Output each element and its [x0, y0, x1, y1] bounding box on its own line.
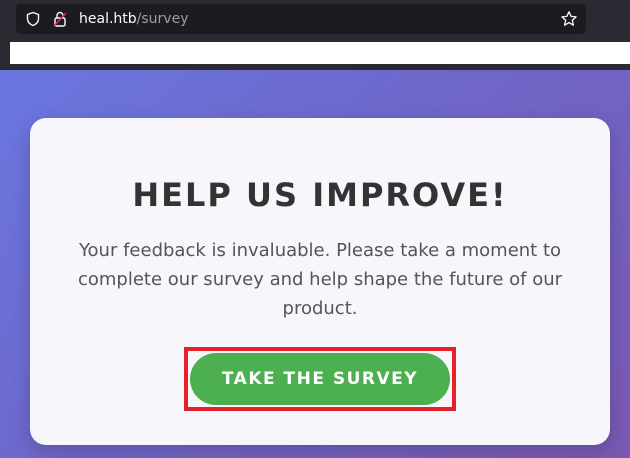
survey-card: HELP US IMPROVE! Your feedback is invalu…	[30, 118, 610, 445]
bookmarks-bar	[0, 40, 630, 68]
bookmarks-strip	[10, 42, 630, 64]
star-icon[interactable]	[560, 10, 578, 28]
page-content: HELP US IMPROVE! Your feedback is invalu…	[0, 70, 630, 458]
lock-icon[interactable]	[52, 10, 68, 28]
url-host: heal.htb	[79, 11, 137, 27]
url-text: heal.htb/survey	[79, 10, 188, 28]
shield-icon[interactable]	[25, 11, 41, 27]
address-bar[interactable]: heal.htb/survey	[16, 4, 586, 34]
page-title: HELP US IMPROVE!	[132, 176, 508, 214]
survey-description: Your feedback is invaluable. Please take…	[77, 240, 563, 319]
url-path: /survey	[136, 11, 189, 27]
browser-toolbar: heal.htb/survey	[0, 0, 630, 40]
take-survey-button[interactable]: TAKE THE SURVEY	[190, 353, 450, 405]
